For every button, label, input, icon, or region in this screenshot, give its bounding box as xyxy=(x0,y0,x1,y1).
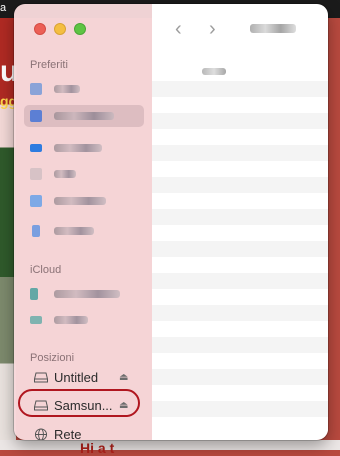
blurred-label xyxy=(54,197,106,205)
sidebar-item-favorite[interactable] xyxy=(24,137,144,159)
sidebar-item-icloud[interactable] xyxy=(24,283,144,305)
blurred-label xyxy=(54,85,80,93)
file-list-row[interactable] xyxy=(152,369,328,385)
file-list-row[interactable] xyxy=(152,193,328,209)
app-icon xyxy=(30,83,42,95)
file-list-row[interactable] xyxy=(152,257,328,273)
zoom-window-button[interactable] xyxy=(74,23,86,35)
sidebar: Preferiti iCloud Posizioni Untitled ⏏ Sa… xyxy=(14,4,152,440)
document-icon xyxy=(30,195,42,207)
sidebar-item-favorite[interactable] xyxy=(24,78,144,100)
menubar-text: a xyxy=(0,2,7,14)
sidebar-item-untitled[interactable]: Untitled ⏏ xyxy=(24,367,144,389)
file-list-row[interactable] xyxy=(152,289,328,305)
blurred-label xyxy=(54,316,88,324)
file-list-row[interactable] xyxy=(152,97,328,113)
file-list-row[interactable] xyxy=(152,177,328,193)
folder-icon xyxy=(30,316,42,324)
desktop-background xyxy=(0,440,340,450)
sidebar-item-label: Untitled xyxy=(54,370,99,385)
desktop-icon xyxy=(30,144,42,152)
file-list-row[interactable] xyxy=(152,81,328,97)
window-title-blurred xyxy=(250,24,296,33)
sidebar-section-icloud: iCloud xyxy=(30,264,62,276)
file-list-row[interactable] xyxy=(152,161,328,177)
close-window-button[interactable] xyxy=(34,23,46,35)
annotation-highlight-circle xyxy=(18,389,140,417)
file-list-row[interactable] xyxy=(152,209,328,225)
file-list-row[interactable] xyxy=(152,273,328,289)
cloud-icon xyxy=(30,288,38,300)
blurred-label xyxy=(54,170,76,178)
minimize-window-button[interactable] xyxy=(54,23,66,35)
network-globe-icon xyxy=(34,428,48,440)
finder-window: Preferiti iCloud Posizioni Untitled ⏏ Sa… xyxy=(14,4,328,440)
sidebar-item-network[interactable]: Rete xyxy=(24,424,144,440)
desktop-background-text: Hi a t xyxy=(80,440,115,456)
file-list-row[interactable] xyxy=(152,113,328,129)
file-list-row[interactable] xyxy=(152,321,328,337)
blurred-label xyxy=(54,227,94,235)
sidebar-item-favorite[interactable] xyxy=(24,105,144,127)
file-list-row[interactable] xyxy=(152,129,328,145)
column-header-blurred xyxy=(202,68,226,75)
blurred-label xyxy=(54,144,102,152)
blurred-label xyxy=(54,290,120,298)
file-list-row[interactable] xyxy=(152,145,328,161)
file-list-row[interactable] xyxy=(152,337,328,353)
file-list-row[interactable] xyxy=(152,241,328,257)
file-list-row[interactable] xyxy=(152,305,328,321)
sidebar-section-favorites: Preferiti xyxy=(30,59,68,71)
file-list xyxy=(152,81,328,433)
sidebar-section-locations: Posizioni xyxy=(30,352,75,364)
file-list-pane: ‹ › xyxy=(152,4,328,440)
file-list-row[interactable] xyxy=(152,225,328,241)
file-list-row[interactable] xyxy=(152,385,328,401)
sidebar-item-favorite[interactable] xyxy=(24,163,144,185)
download-icon xyxy=(32,225,40,237)
file-list-row[interactable] xyxy=(152,401,328,417)
eject-icon[interactable]: ⏏ xyxy=(119,372,128,383)
sidebar-item-icloud[interactable] xyxy=(24,309,144,331)
file-list-row[interactable] xyxy=(152,417,328,433)
back-button[interactable]: ‹ xyxy=(175,18,182,41)
forward-button[interactable]: › xyxy=(209,18,216,41)
blurred-label xyxy=(54,112,114,120)
folder-icon xyxy=(30,110,42,122)
generic-icon xyxy=(30,168,42,180)
sidebar-item-favorite[interactable] xyxy=(24,220,144,242)
file-list-row[interactable] xyxy=(152,353,328,369)
sidebar-item-favorite[interactable] xyxy=(24,190,144,212)
external-drive-icon xyxy=(34,372,48,383)
sidebar-item-label: Rete xyxy=(54,427,82,440)
